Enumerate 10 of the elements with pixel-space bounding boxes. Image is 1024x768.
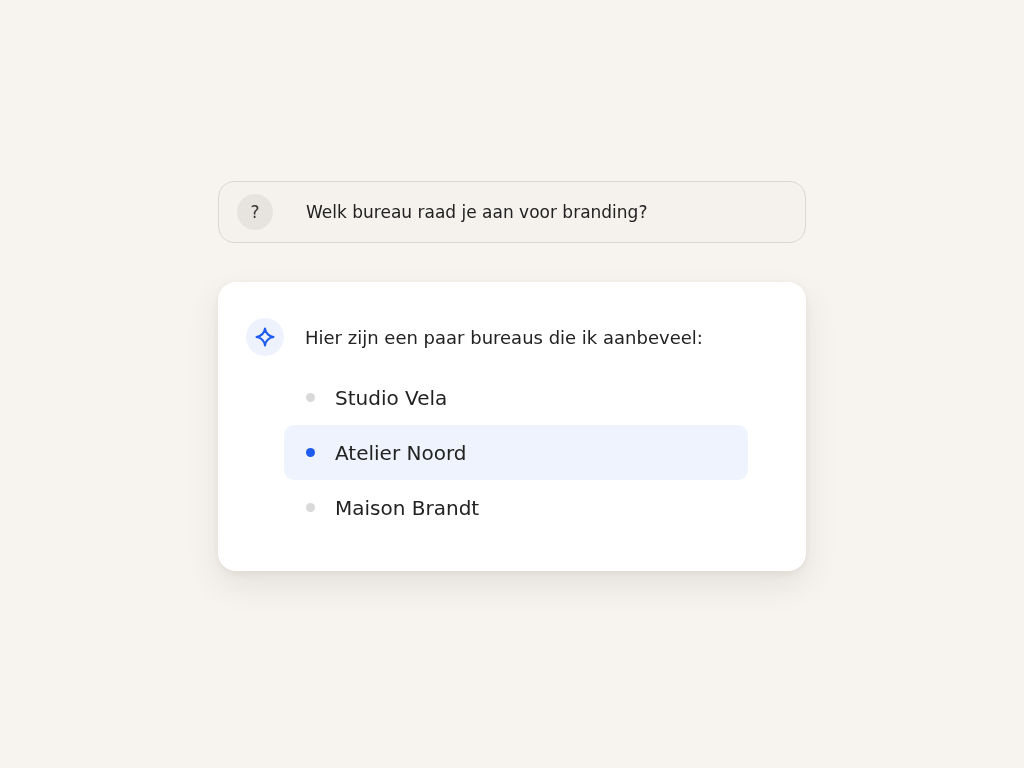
bullet-dot-icon (306, 503, 315, 512)
sparkle-icon (246, 318, 284, 356)
bullet-dot-icon (306, 448, 315, 457)
agency-option[interactable]: Atelier Noord (284, 425, 748, 480)
agency-option[interactable]: Studio Vela (284, 370, 748, 425)
bullet-dot-icon (306, 393, 315, 402)
agency-option[interactable]: Maison Brandt (284, 480, 748, 535)
question-text: Welk bureau raad je aan voor branding? (306, 202, 648, 222)
answer-intro-text: Hier zijn een paar bureaus die ik aanbeveel: (305, 326, 703, 348)
question-mark-icon: ? (237, 194, 273, 230)
